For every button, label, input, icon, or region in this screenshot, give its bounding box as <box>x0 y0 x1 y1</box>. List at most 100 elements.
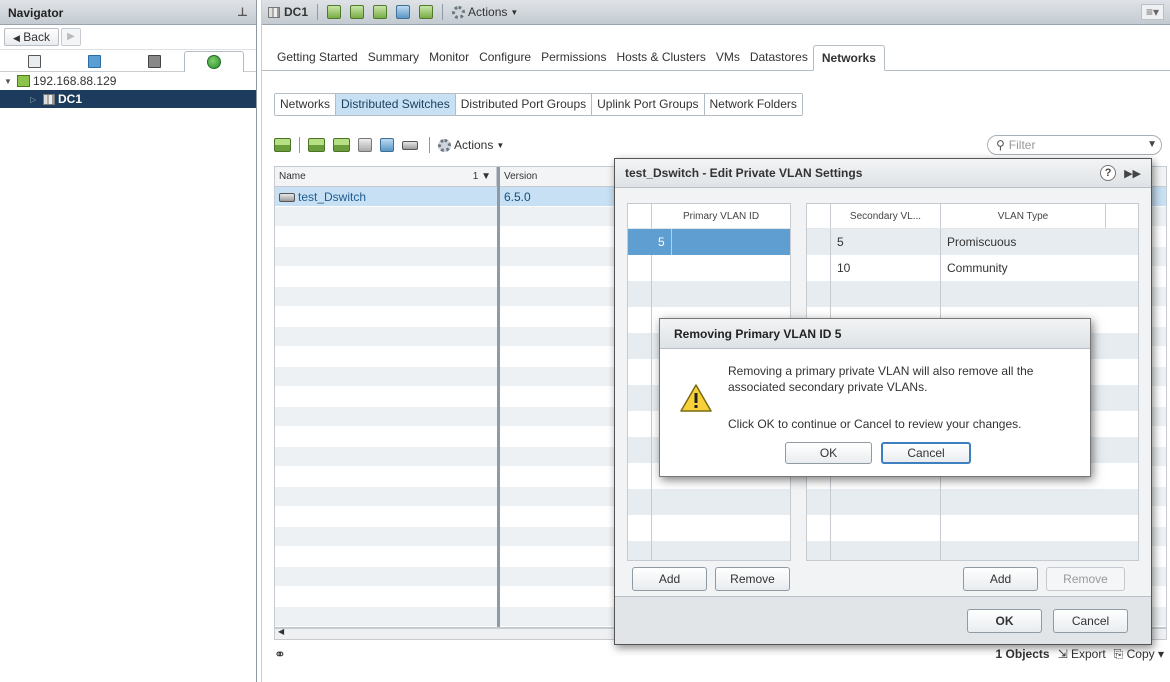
ok-button[interactable]: OK <box>967 609 1042 633</box>
toolbar-separator <box>442 4 444 20</box>
find-binoculars-icon[interactable]: ⚭ <box>274 646 286 663</box>
table-row[interactable]: 5 <box>628 229 790 255</box>
confirm-dialog-header: Removing Primary VLAN ID 5 <box>660 319 1090 349</box>
switch-version: 6.5.0 <box>504 190 531 204</box>
datacenter-icon <box>268 6 280 18</box>
pin-icon[interactable]: ⊥ <box>237 5 248 19</box>
tree-item-dc1[interactable]: ▷ DC1 <box>0 90 256 108</box>
expand-icon[interactable]: ▶▶ <box>1124 167 1141 180</box>
actions-menu[interactable]: Actions ▼ <box>452 5 518 19</box>
tab-hosts-clusters[interactable]: Hosts & Clusters <box>611 50 710 70</box>
tab-hosts-clusters[interactable] <box>4 51 64 72</box>
sort-desc-icon: 1 ▼ <box>472 171 491 182</box>
tab-configure[interactable]: Configure <box>474 50 536 70</box>
primary-vlan-id[interactable]: 5 <box>652 229 672 255</box>
confirm-cancel-button[interactable]: Cancel <box>881 442 971 464</box>
row-gutter <box>807 229 831 255</box>
switch-name[interactable]: test_Dswitch <box>298 190 366 204</box>
datastore-icon <box>147 55 161 68</box>
vlan-type[interactable]: Promiscuous <box>941 229 1106 255</box>
forward-button[interactable]: ▶ <box>60 28 81 46</box>
remove-primary-button[interactable]: Remove <box>715 567 790 591</box>
table-row <box>628 489 790 515</box>
tab-vms[interactable]: VMs <box>711 50 745 70</box>
grid-toolbar: Actions ▼ ⚲ Filter ▼ <box>274 133 1162 157</box>
subtab-distributed-port-groups[interactable]: Distributed Port Groups <box>455 94 593 115</box>
tab-monitor[interactable]: Monitor <box>424 50 474 70</box>
vm-icon <box>87 55 101 68</box>
export-config-icon[interactable] <box>358 138 372 152</box>
column-splitter[interactable] <box>497 167 500 627</box>
add-primary-button[interactable]: Add <box>632 567 707 591</box>
panel-menu-icon[interactable]: ≡▾ <box>1140 4 1164 20</box>
actions-label: Actions <box>454 138 494 152</box>
toolbar-separator <box>299 137 300 153</box>
remove-secondary-button[interactable]: Remove <box>1046 567 1125 591</box>
chevron-down-icon[interactable]: ▼ <box>1147 139 1157 150</box>
migrate-network-icon[interactable] <box>380 138 394 152</box>
confirm-message-line2: associated secondary private VLANs. <box>728 380 928 394</box>
back-arrow-icon: ◀ <box>13 33 20 43</box>
object-title-text: DC1 <box>284 5 309 19</box>
tree-item-vcenter[interactable]: ▼ 192.168.88.129 <box>0 72 256 90</box>
table-row <box>628 541 790 560</box>
column-header-vlan-type[interactable]: VLAN Type <box>941 204 1106 228</box>
secondary-vlan-id[interactable]: 5 <box>831 229 941 255</box>
table-row[interactable]: 10 Community <box>807 255 1138 281</box>
secondary-vlan-id[interactable]: 10 <box>831 255 941 281</box>
confirm-ok-button[interactable]: OK <box>785 442 872 464</box>
add-manage-hosts-icon[interactable] <box>333 138 350 152</box>
table-row[interactable]: 5 Promiscuous <box>807 229 1138 255</box>
tab-vms-templates[interactable] <box>64 51 124 72</box>
vcenter-icon <box>17 75 30 87</box>
subtab-uplink-port-groups[interactable]: Uplink Port Groups <box>592 94 705 115</box>
tab-datastores[interactable]: Datastores <box>745 50 813 70</box>
warning-icon <box>680 384 712 412</box>
chevron-down-icon: ▼ <box>496 140 505 150</box>
subtab-networks[interactable]: Networks <box>275 94 337 115</box>
column-header-version[interactable]: Version <box>497 167 617 186</box>
subtab-network-folders[interactable]: Network Folders <box>704 94 802 115</box>
vlan-type[interactable]: Community <box>941 255 1106 281</box>
network-subtabs: Networks Distributed Switches Distribute… <box>274 93 803 116</box>
copy-button[interactable]: ⎘ Copy ▾ <box>1114 647 1164 662</box>
confirm-message-line3: Click OK to continue or Cancel to review… <box>728 417 1022 431</box>
dialog-header: test_Dswitch - Edit Private VLAN Setting… <box>615 159 1151 188</box>
edit-settings-icon[interactable] <box>402 140 418 150</box>
tab-getting-started[interactable]: Getting Started <box>272 50 363 70</box>
back-button[interactable]: ◀ Back <box>4 28 59 46</box>
column-header-primary-vlan-id[interactable]: Primary VLAN ID <box>652 204 790 228</box>
new-vm-icon[interactable] <box>419 5 434 19</box>
filter-input[interactable]: ⚲ Filter ▼ <box>987 135 1162 155</box>
table-row <box>628 515 790 541</box>
expand-down-icon[interactable]: ▼ <box>4 77 14 86</box>
help-icon[interactable]: ? <box>1100 165 1117 181</box>
navigator-history: ◀ Back ▶ <box>0 25 256 50</box>
add-host-icon[interactable] <box>327 5 342 19</box>
network-globe-icon <box>207 55 221 69</box>
confirm-remove-dialog: Removing Primary VLAN ID 5 Removing a pr… <box>659 318 1091 477</box>
confirm-dialog-title: Removing Primary VLAN ID 5 <box>674 327 842 341</box>
tab-summary[interactable]: Summary <box>363 50 424 70</box>
confirm-message-line1: Removing a primary private VLAN will als… <box>728 364 1034 378</box>
new-folder-icon[interactable] <box>373 5 388 19</box>
tab-networks[interactable]: Networks <box>812 45 885 71</box>
tree-item-label: 192.168.88.129 <box>33 74 117 88</box>
expand-right-icon[interactable]: ▷ <box>30 95 40 104</box>
new-cluster-icon[interactable] <box>350 5 365 19</box>
new-distributed-switch-icon[interactable] <box>274 138 291 152</box>
new-distributed-switch-icon[interactable] <box>396 5 411 19</box>
scroll-left-icon[interactable]: ◀ <box>278 627 284 636</box>
export-button[interactable]: ⇲ Export <box>1058 647 1106 661</box>
column-header-secondary-vlan[interactable]: Secondary VL... <box>831 204 941 228</box>
cancel-button[interactable]: Cancel <box>1053 609 1128 633</box>
grid-actions-menu[interactable]: Actions ▼ <box>438 138 504 152</box>
subtab-distributed-switches[interactable]: Distributed Switches <box>336 94 456 115</box>
column-header-name[interactable]: Name 1 ▼ <box>275 167 497 186</box>
tab-storage[interactable] <box>124 51 184 72</box>
object-header: DC1 Actions ▼ ≡▾ <box>262 0 1170 25</box>
new-port-group-icon[interactable] <box>308 138 325 152</box>
tab-networking[interactable] <box>184 51 244 72</box>
tab-permissions[interactable]: Permissions <box>536 50 611 70</box>
add-secondary-button[interactable]: Add <box>963 567 1038 591</box>
